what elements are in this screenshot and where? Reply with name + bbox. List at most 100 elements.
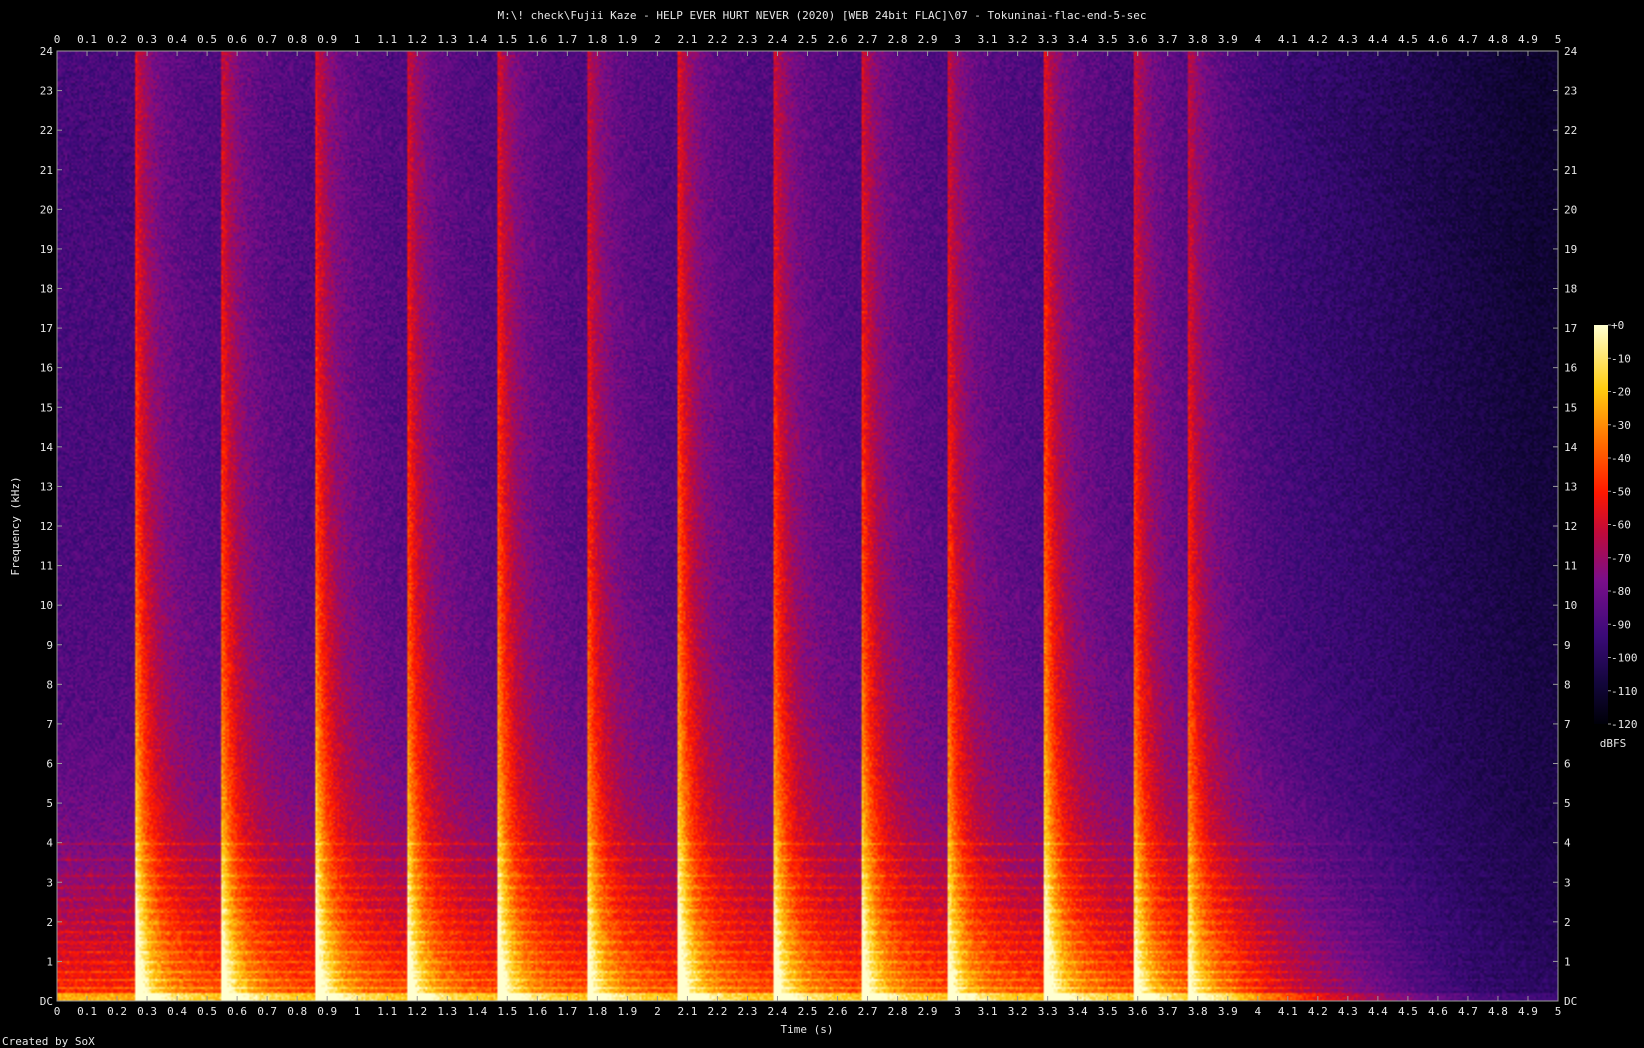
x-tick-label-bottom: 4 (1254, 1005, 1261, 1018)
colorbar-tick-label: -70 (1611, 552, 1631, 565)
y-tick-label-right: 13 (1564, 480, 1577, 493)
x-tick-label-bottom: 0.4 (167, 1005, 187, 1018)
y-tick-label-right: 15 (1564, 401, 1577, 414)
x-tick-label-bottom: 1.2 (407, 1005, 427, 1018)
y-tick-label-left: 17 (40, 322, 53, 335)
y-tick-label-right: 19 (1564, 243, 1577, 256)
colorbar-tick-label: -30 (1611, 419, 1631, 432)
x-tick-label-bottom: 4.2 (1308, 1005, 1328, 1018)
colorbar-tick-label: -90 (1611, 618, 1631, 631)
x-tick-label-top: 2.8 (888, 33, 908, 46)
x-tick-label-top: 2 (654, 33, 661, 46)
y-tick-label-right: 3 (1564, 876, 1571, 889)
x-tick-label-bottom: 2.5 (798, 1005, 818, 1018)
y-tick-label-right: 9 (1564, 639, 1571, 652)
x-tick-label-top: 3.1 (978, 33, 998, 46)
x-tick-label-bottom: 3.7 (1158, 1005, 1178, 1018)
x-tick-label-bottom: 1 (354, 1005, 361, 1018)
x-tick-label-bottom: 4.5 (1398, 1005, 1418, 1018)
y-tick-label-left: 3 (46, 876, 53, 889)
y-tick-label-right: 17 (1564, 322, 1577, 335)
x-tick-label-bottom: 4.7 (1458, 1005, 1478, 1018)
y-tick-label-right: 4 (1564, 837, 1571, 850)
x-tick-label-top: 1.8 (587, 33, 607, 46)
y-tick-label-left: 18 (40, 283, 53, 296)
x-tick-label-top: 4 (1254, 33, 1261, 46)
y-tick-label-left: 11 (40, 560, 53, 573)
x-tick-label-bottom: 4.9 (1518, 1005, 1538, 1018)
x-tick-label-bottom: 3.1 (978, 1005, 998, 1018)
x-tick-label-bottom: 0.9 (317, 1005, 337, 1018)
x-tick-label-top: 4.3 (1338, 33, 1358, 46)
colorbar-tick-label: -110 (1611, 685, 1638, 698)
x-tick-label-top: 4.7 (1458, 33, 1478, 46)
spectrogram-heatmap (57, 51, 1558, 1001)
x-tick-label-top: 2.6 (828, 33, 848, 46)
y-tick-label-left: 7 (46, 718, 53, 731)
x-tick-label-top: 0.4 (167, 33, 187, 46)
y-tick-label-left: 1 (46, 955, 53, 968)
x-tick-label-bottom: 0 (54, 1005, 61, 1018)
x-tick-label-bottom: 0.3 (137, 1005, 157, 1018)
x-tick-label-top: 3.4 (1068, 33, 1088, 46)
x-tick-label-bottom: 0.5 (197, 1005, 217, 1018)
x-tick-label-top: 3 (954, 33, 961, 46)
y-tick-label-left: 20 (40, 203, 53, 216)
y-tick-label-right: 1 (1564, 955, 1571, 968)
x-tick-label-bottom: 1.5 (497, 1005, 517, 1018)
y-tick-label-right: 12 (1564, 520, 1577, 533)
x-tick-label-bottom: 2.4 (768, 1005, 788, 1018)
y-tick-label-right: 8 (1564, 678, 1571, 691)
x-tick-label-bottom: 0.2 (107, 1005, 127, 1018)
x-tick-label-top: 1.5 (497, 33, 517, 46)
x-tick-label-top: 3.6 (1128, 33, 1148, 46)
x-tick-label-bottom: 1.9 (617, 1005, 637, 1018)
x-tick-label-top: 4.1 (1278, 33, 1298, 46)
x-tick-label-top: 4.4 (1368, 33, 1388, 46)
colorbar (1594, 325, 1608, 724)
x-tick-label-top: 4.9 (1518, 33, 1538, 46)
x-tick-label-top: 3.9 (1218, 33, 1238, 46)
y-tick-label-left: 22 (40, 124, 53, 137)
colorbar-tick-label: -10 (1611, 352, 1631, 365)
x-tick-label-top: 2.1 (677, 33, 697, 46)
y-tick-label-right: 18 (1564, 283, 1577, 296)
x-tick-label-bottom: 1.6 (527, 1005, 547, 1018)
x-axis-label: Time (s) (781, 1023, 834, 1036)
y-tick-label-left: 5 (46, 797, 53, 810)
y-tick-label-left: 12 (40, 520, 53, 533)
x-tick-label-top: 2.3 (738, 33, 758, 46)
x-tick-label-top: 2.9 (918, 33, 938, 46)
x-tick-label-top: 1.3 (437, 33, 457, 46)
x-tick-label-bottom: 3 (954, 1005, 961, 1018)
y-tick-label-right: 22 (1564, 124, 1577, 137)
x-tick-label-top: 0.1 (77, 33, 97, 46)
y-tick-label-left: 13 (40, 480, 53, 493)
x-tick-label-top: 0.8 (287, 33, 307, 46)
x-tick-label-bottom: 3.4 (1068, 1005, 1088, 1018)
y-tick-label-right: 10 (1564, 599, 1577, 612)
x-tick-label-top: 5 (1555, 33, 1562, 46)
x-tick-label-top: 3.8 (1188, 33, 1208, 46)
colorbar-label: dBFS (1600, 737, 1627, 750)
y-tick-label-left: 19 (40, 243, 53, 256)
y-axis-label: Frequency (kHz) (9, 476, 22, 575)
x-tick-label-top: 1.7 (557, 33, 577, 46)
y-tick-label-left: 24 (40, 45, 54, 58)
x-tick-label-bottom: 4.8 (1488, 1005, 1508, 1018)
x-tick-label-top: 2.7 (858, 33, 878, 46)
y-tick-label-left: DC (40, 995, 53, 1008)
y-tick-label-right: 23 (1564, 85, 1577, 98)
y-tick-label-right: 6 (1564, 758, 1571, 771)
x-tick-label-bottom: 4.3 (1338, 1005, 1358, 1018)
x-tick-label-bottom: 2 (654, 1005, 661, 1018)
y-tick-label-right: 5 (1564, 797, 1571, 810)
x-tick-label-top: 1.2 (407, 33, 427, 46)
colorbar-tick-label: -120 (1611, 718, 1638, 731)
y-tick-label-right: 16 (1564, 362, 1577, 375)
colorbar-tick-label: -40 (1611, 452, 1631, 465)
x-tick-label-bottom: 2.3 (738, 1005, 758, 1018)
spectrogram-chart: 0 0.1 0.2 0.3 0.4 0.5 0.6 0.7 0.8 0.9 1 1.1 1.2 1.3 1.… (9, 33, 1638, 1036)
x-tick-label-bottom: 2.8 (888, 1005, 908, 1018)
x-tick-label-bottom: 2.7 (858, 1005, 878, 1018)
